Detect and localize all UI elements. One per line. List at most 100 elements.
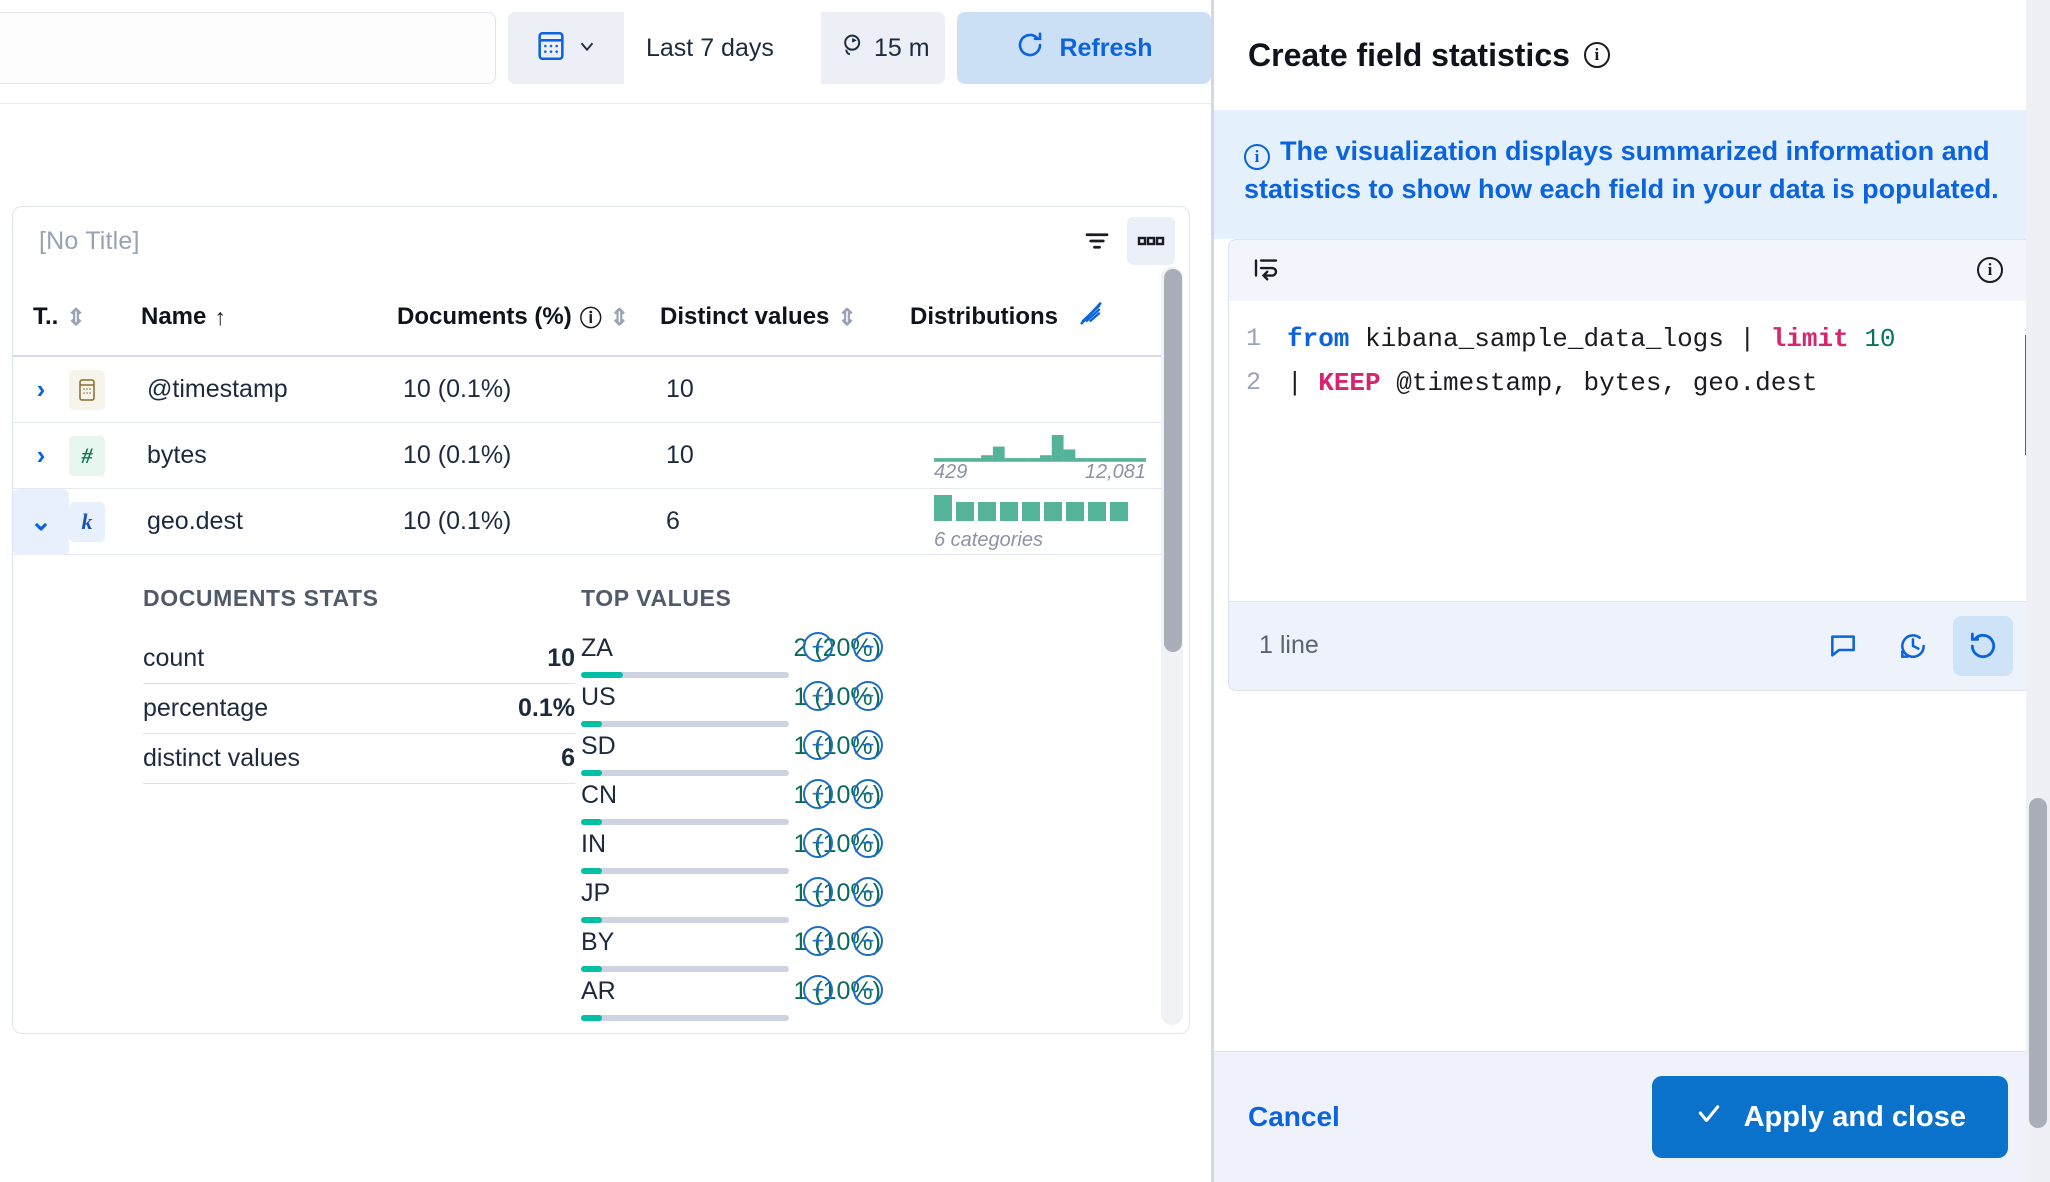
editor-footer-actions (1813, 615, 2013, 676)
comment-icon[interactable] (1813, 616, 1873, 676)
top-value-bar (581, 1015, 789, 1021)
esql-code-area[interactable]: 1 from kibana_sample_data_logs | limit 10… (1228, 300, 2036, 601)
filter-out-value-icon[interactable]: − (853, 828, 883, 858)
column-header-name[interactable]: Name ↑ (141, 303, 397, 331)
column-header-distinct-values-label: Distinct values (660, 303, 830, 330)
flyout-scrollbar-thumb[interactable] (2029, 798, 2047, 1128)
code-line-content[interactable]: from kibana_sample_data_logs | limit 10 (1287, 317, 1896, 361)
code-token: KEEP (1318, 367, 1381, 398)
code-token: from (1287, 323, 1350, 354)
filter-out-value-icon[interactable]: − (853, 730, 883, 760)
line-number: 2 (1245, 367, 1261, 397)
query-history-icon[interactable] (1883, 616, 1943, 676)
table-row[interactable]: ⌄ k geo.dest 10 (0.1%) 6 6 categories (13, 488, 1168, 555)
column-header-documents[interactable]: Documents (%) ⓘ ⇕ (397, 301, 660, 333)
top-value-bar (581, 868, 789, 874)
time-range-label: Last 7 days (646, 33, 774, 62)
category-bar (1000, 502, 1018, 521)
filter-icon[interactable] (1073, 217, 1121, 265)
date-picker[interactable]: Last 7 days 15 m (508, 12, 945, 84)
info-icon: i (1244, 144, 1270, 171)
info-icon[interactable]: i (1977, 257, 2003, 284)
flyout-scrollbar[interactable] (2026, 0, 2050, 1182)
refresh-button[interactable]: Refresh (957, 12, 1211, 84)
field-name-cell: bytes (147, 441, 207, 469)
filter-for-value-icon[interactable]: + (803, 681, 833, 711)
wrap-lines-icon[interactable] (1251, 253, 1281, 288)
flyout-callout-message: The visualization displays summarized in… (1244, 136, 1999, 205)
top-values-section: TOP VALUES ZA 2 (20%) + − US 1 (10%) + − SD 1 (10… (573, 585, 1133, 1026)
column-header-type[interactable]: T.. ⇕ (33, 303, 141, 331)
code-line: 2 | KEEP @timestamp, bytes, geo.dest (1229, 361, 2035, 405)
sort-ascending-icon: ↑ (214, 303, 226, 330)
distribution-category-bars (934, 494, 1128, 521)
help-icon[interactable]: ⓘ (580, 301, 602, 333)
filter-for-value-icon[interactable]: + (803, 828, 833, 858)
top-value-actions: + − (803, 730, 883, 760)
column-header-name-label: Name (141, 303, 207, 330)
esql-editor-toolbar: i (1228, 238, 2036, 301)
code-token: 10 (1864, 323, 1896, 354)
flyout-body-spacer (1214, 690, 2050, 1051)
date-quick-select-button[interactable] (508, 12, 624, 84)
filter-for-value-icon[interactable]: + (803, 730, 833, 760)
run-query-icon[interactable] (1953, 615, 2013, 676)
table-row[interactable]: › # bytes 10 (0.1%) 10 429 12,081 (13, 423, 1168, 489)
field-documents-cell: 10 (0.1%) (403, 507, 512, 535)
expand-row-toggle[interactable]: › (13, 357, 69, 423)
check-icon (1694, 1098, 1724, 1136)
hide-distributions-icon[interactable] (1076, 299, 1106, 336)
field-statistics-table: T.. ⇕ Name ↑ Documents (%) ⓘ ⇕ Distinct … (13, 279, 1168, 1026)
filter-out-value-icon[interactable]: − (853, 975, 883, 1005)
filter-for-value-icon[interactable]: + (803, 877, 833, 907)
top-value-key: JP (581, 879, 611, 907)
panel-scrollbar[interactable] (1161, 267, 1183, 1025)
top-value-bar (581, 819, 789, 825)
refresh-interval-button[interactable]: 15 m (821, 12, 945, 84)
filter-out-value-icon[interactable]: − (853, 779, 883, 809)
top-value-key: SD (581, 732, 616, 760)
column-header-distinct-values[interactable]: Distinct values ⇕ (660, 303, 910, 331)
panel-scrollbar-thumb[interactable] (1164, 269, 1182, 652)
category-bar (956, 502, 974, 521)
filter-for-value-icon[interactable]: + (803, 779, 833, 809)
code-line-content[interactable]: | KEEP @timestamp, bytes, geo.dest (1287, 361, 1818, 405)
filter-for-value-icon[interactable]: + (803, 926, 833, 956)
top-value-actions: + − (803, 926, 883, 956)
field-type-badge-keyword: k (69, 501, 105, 542)
filter-out-value-icon[interactable]: − (853, 926, 883, 956)
info-icon[interactable]: i (1583, 42, 1610, 68)
top-value-actions: + − (803, 779, 883, 809)
expanded-field-details: DOCUMENTS STATS count 10 percentage 0.1%… (13, 555, 1168, 1026)
top-value-row: JP 1 (10%) + − (581, 877, 883, 923)
filter-for-value-icon[interactable]: + (803, 975, 833, 1005)
apply-and-close-button[interactable]: Apply and close (1651, 1076, 2008, 1158)
top-value-key: BY (581, 928, 615, 956)
filter-for-value-icon[interactable]: + (803, 632, 833, 662)
filter-out-value-icon[interactable]: − (853, 632, 883, 662)
top-value-bar (581, 672, 789, 678)
flyout-title: Create field statistics (1248, 36, 1570, 73)
category-count-label: 6 categories (934, 528, 1043, 551)
clock-refresh-icon (837, 31, 865, 66)
documents-stats-row: distinct values 6 (143, 734, 575, 784)
refresh-icon (1015, 30, 1045, 67)
category-bar (1066, 502, 1084, 521)
query-input[interactable] (0, 12, 496, 84)
time-range-display[interactable]: Last 7 days (624, 12, 821, 84)
flyout-footer: Cancel Apply and close (1214, 1051, 2050, 1182)
field-type-cell: # (69, 435, 147, 476)
cancel-button[interactable]: Cancel (1248, 1101, 1340, 1133)
line-number: 1 (1245, 323, 1261, 353)
line-count-label: 1 line (1259, 631, 1319, 660)
table-row[interactable]: › @timestamp 10 (0.1%) 10 (13, 357, 1168, 423)
collapse-row-toggle[interactable]: ⌄ (13, 488, 69, 555)
top-value-actions: + − (803, 877, 883, 907)
filter-out-value-icon[interactable]: − (853, 877, 883, 907)
field-documents-cell: 10 (0.1%) (403, 375, 512, 403)
expand-row-toggle[interactable]: › (13, 423, 69, 489)
code-token: @timestamp, bytes, geo.dest (1380, 367, 1818, 398)
panel-actions-icon[interactable] (1127, 217, 1175, 265)
filter-out-value-icon[interactable]: − (853, 681, 883, 711)
code-line: 1 from kibana_sample_data_logs | limit 10 (1229, 317, 2035, 361)
